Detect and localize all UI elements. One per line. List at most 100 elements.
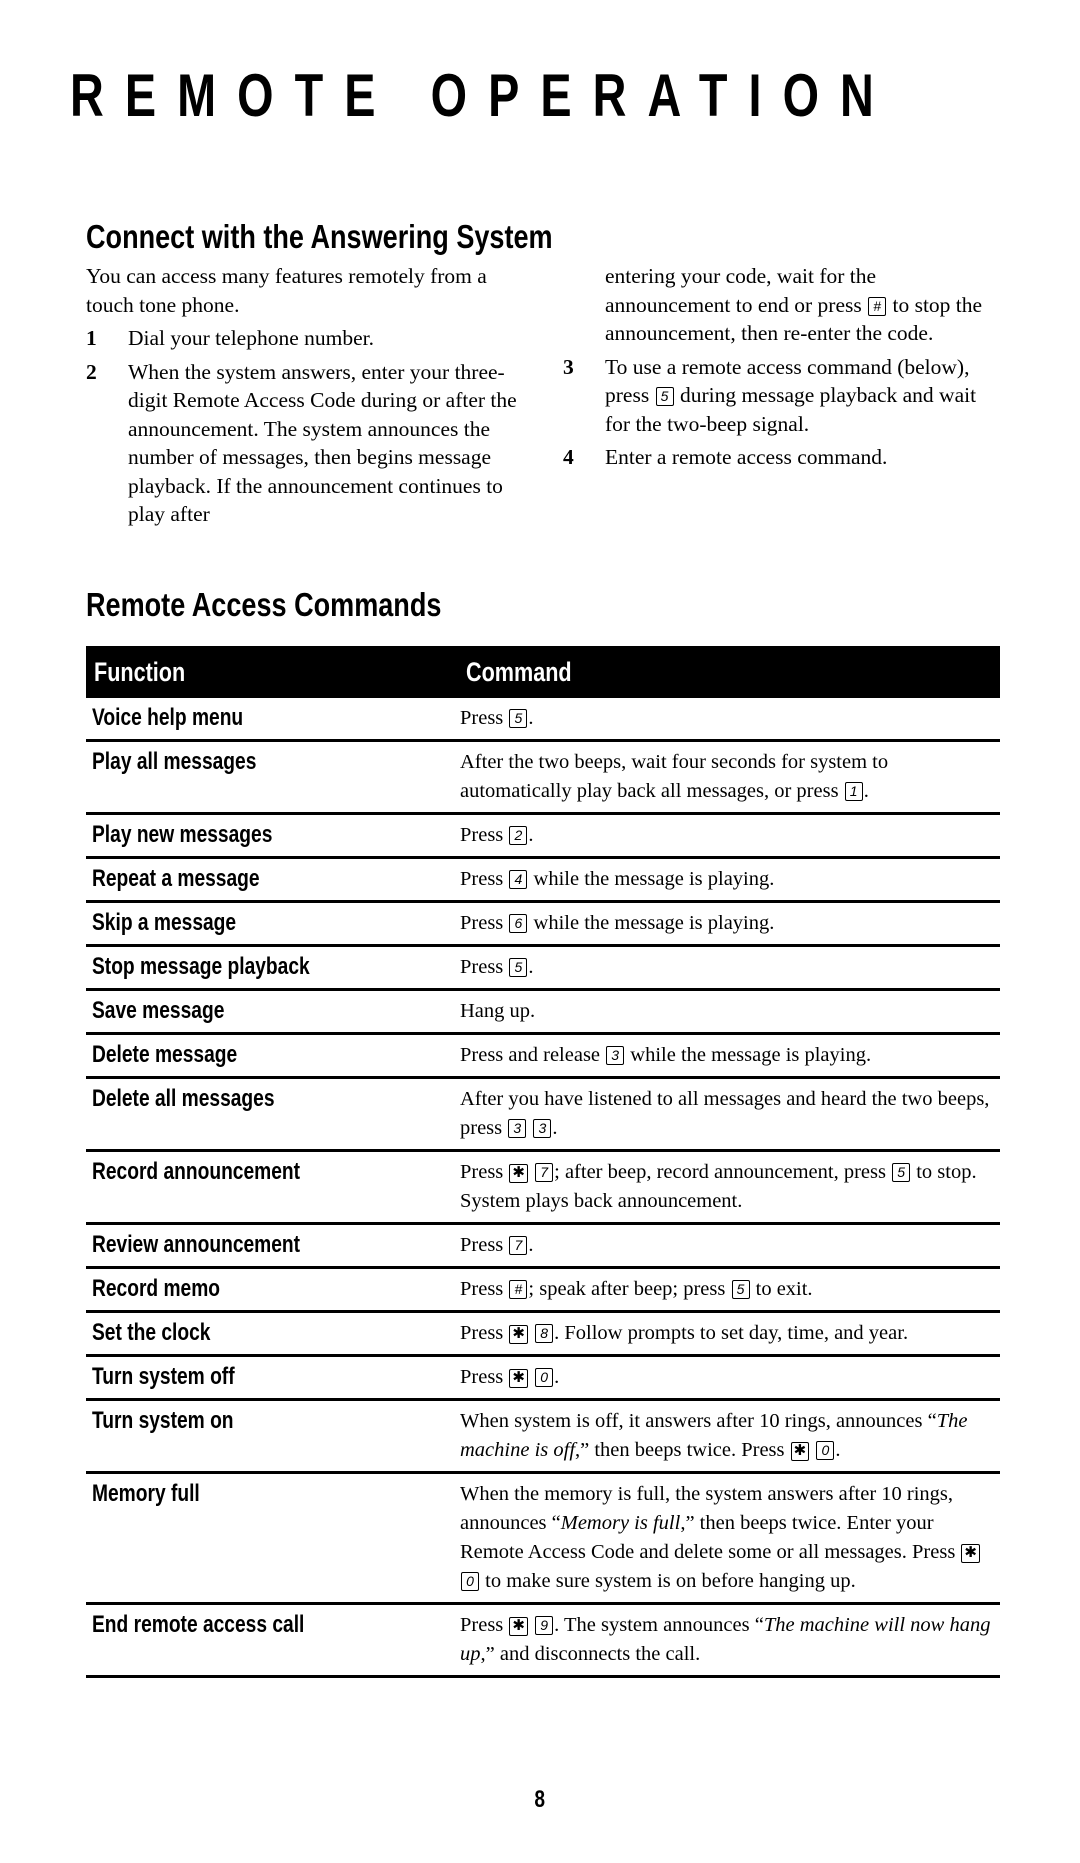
key-2-icon: 2: [509, 826, 528, 845]
function-cell: End remote access call: [86, 1603, 460, 1678]
key-1-icon: 1: [844, 782, 863, 801]
command-text: .: [554, 1366, 560, 1388]
function-cell: Voice help menu: [86, 698, 460, 742]
step-number: 3: [563, 354, 574, 379]
table-row: Memory full When the memory is full, the …: [86, 1472, 1000, 1605]
star-key-icon: ✱: [961, 1544, 980, 1563]
step-text: When the system answers, enter your thre…: [128, 359, 517, 527]
command-text: . The system announces “: [554, 1614, 764, 1636]
function-cell: Delete message: [86, 1033, 460, 1079]
function-label: Repeat a message: [92, 865, 260, 892]
table-row: Repeat a message Press 4 while the messag…: [86, 857, 1000, 903]
function-label: Voice help menu: [92, 704, 244, 731]
pound-key-icon: #: [509, 1280, 528, 1299]
table-row: Delete all messages After you have listen…: [86, 1077, 1000, 1152]
function-cell: Play new messages: [86, 813, 460, 859]
step-number: 2: [86, 359, 97, 384]
function-cell: Memory full: [86, 1472, 460, 1605]
command-text: .: [528, 824, 534, 846]
command-text: ; after beep, record announcement, press: [554, 1161, 892, 1183]
command-cell: Press ✱ 9. The system announces “The mac…: [460, 1603, 1000, 1678]
column-header-function: Function: [86, 646, 460, 698]
command-text: [529, 1322, 534, 1344]
table-row: Delete message Press and release 3 while …: [86, 1033, 1000, 1079]
key-8-icon: 8: [535, 1324, 554, 1343]
command-cell: Press 5.: [460, 945, 1000, 991]
command-text: Press: [460, 1234, 509, 1256]
step-1: 1 Dial your telephone number.: [86, 324, 526, 353]
function-cell: Turn system off: [86, 1355, 460, 1401]
command-text: to exit.: [750, 1278, 813, 1300]
command-text: ; speak after beep; press: [528, 1278, 731, 1300]
command-text: [529, 1161, 534, 1183]
command-text: [529, 1366, 534, 1388]
command-text: Press: [460, 707, 509, 729]
table-row: Record memo Press #; speak after beep; pr…: [86, 1267, 1000, 1313]
step-4: 4 Enter a remote access command.: [563, 443, 1003, 472]
command-text: . Follow prompts to set day, time, and y…: [554, 1322, 909, 1344]
command-text: [527, 1117, 532, 1139]
command-text: .: [528, 1234, 534, 1256]
step-2: 2 When the system answers, enter your th…: [86, 358, 526, 529]
function-label: Review announcement: [92, 1231, 301, 1258]
command-text: Hang up.: [460, 1000, 536, 1022]
command-text: ,” and disconnects the call.: [480, 1643, 701, 1665]
function-cell: Review announcement: [86, 1223, 460, 1269]
function-cell: Save message: [86, 989, 460, 1035]
step-number: 4: [563, 445, 574, 469]
function-cell: Set the clock: [86, 1311, 460, 1357]
key-0-icon: 0: [461, 1572, 479, 1591]
function-label: Delete message: [92, 1041, 238, 1068]
command-text: .: [835, 1439, 841, 1461]
connect-intro: You can access many features remotely fr…: [86, 264, 487, 317]
command-cell: Press ✱ 0.: [460, 1355, 1000, 1401]
step-2-continued: entering your code, wait for the announc…: [563, 262, 1003, 348]
key-5-icon: 5: [655, 387, 674, 406]
step-3: 3 To use a remote access command (below)…: [563, 353, 1003, 439]
step-text: Enter a remote access command.: [605, 445, 888, 469]
function-cell: Stop message playback: [86, 945, 460, 991]
connect-left-column: You can access many features remotely fr…: [86, 262, 526, 529]
command-text: Press: [460, 824, 509, 846]
command-text: ,” then beeps twice. Press: [575, 1439, 790, 1461]
function-label: Stop message playback: [92, 953, 310, 980]
function-label: Turn system off: [92, 1363, 235, 1390]
command-cell: Press #; speak after beep; press 5 to ex…: [460, 1267, 1000, 1313]
command-cell: Press and release 3 while the message is…: [460, 1033, 1000, 1079]
command-cell: Press ✱ 7; after beep, record announceme…: [460, 1150, 1000, 1225]
command-cell: Press ✱ 8. Follow prompts to set day, ti…: [460, 1311, 1000, 1357]
command-text: .: [528, 707, 534, 729]
command-text: Press and release: [460, 1044, 606, 1066]
command-text: Press: [460, 1366, 509, 1388]
function-label: Save message: [92, 997, 225, 1024]
table-row: Set the clock Press ✱ 8. Follow prompts t…: [86, 1311, 1000, 1357]
star-key-icon: ✱: [509, 1369, 528, 1388]
page-number-label: 8: [534, 1786, 546, 1813]
function-label: Record announcement: [92, 1158, 301, 1185]
command-text: [810, 1439, 815, 1461]
function-label: Record memo: [92, 1275, 221, 1302]
pound-key-icon: #: [868, 296, 887, 316]
step-text: entering your code, wait for the announc…: [605, 264, 877, 317]
function-label: Turn system on: [92, 1407, 234, 1434]
function-cell: Turn system on: [86, 1399, 460, 1474]
table-row: End remote access call Press ✱ 9. The sys…: [86, 1603, 1000, 1678]
command-text: Press: [460, 1161, 509, 1183]
key-5-icon: 5: [509, 709, 528, 728]
command-cell: When system is off, it answers after 10 …: [460, 1399, 1000, 1474]
key-7-icon: 7: [535, 1163, 554, 1182]
key-5-icon: 5: [892, 1163, 911, 1182]
table-row: Review announcement Press 7.: [86, 1223, 1000, 1269]
key-7-icon: 7: [509, 1236, 528, 1255]
table-row: Voice help menu Press 5.: [86, 698, 1000, 742]
function-label: Play all messages: [92, 748, 257, 775]
command-cell: When the memory is full, the system answ…: [460, 1472, 1000, 1605]
command-text: .: [552, 1117, 558, 1139]
command-text: to make sure system is on before hanging…: [480, 1570, 856, 1592]
command-text: Press: [460, 912, 509, 934]
command-text: Press: [460, 956, 509, 978]
command-text: .: [528, 956, 534, 978]
page-number: 8: [0, 1786, 1080, 1814]
command-text: Press: [460, 868, 509, 890]
command-text: while the message is playing.: [528, 868, 775, 890]
